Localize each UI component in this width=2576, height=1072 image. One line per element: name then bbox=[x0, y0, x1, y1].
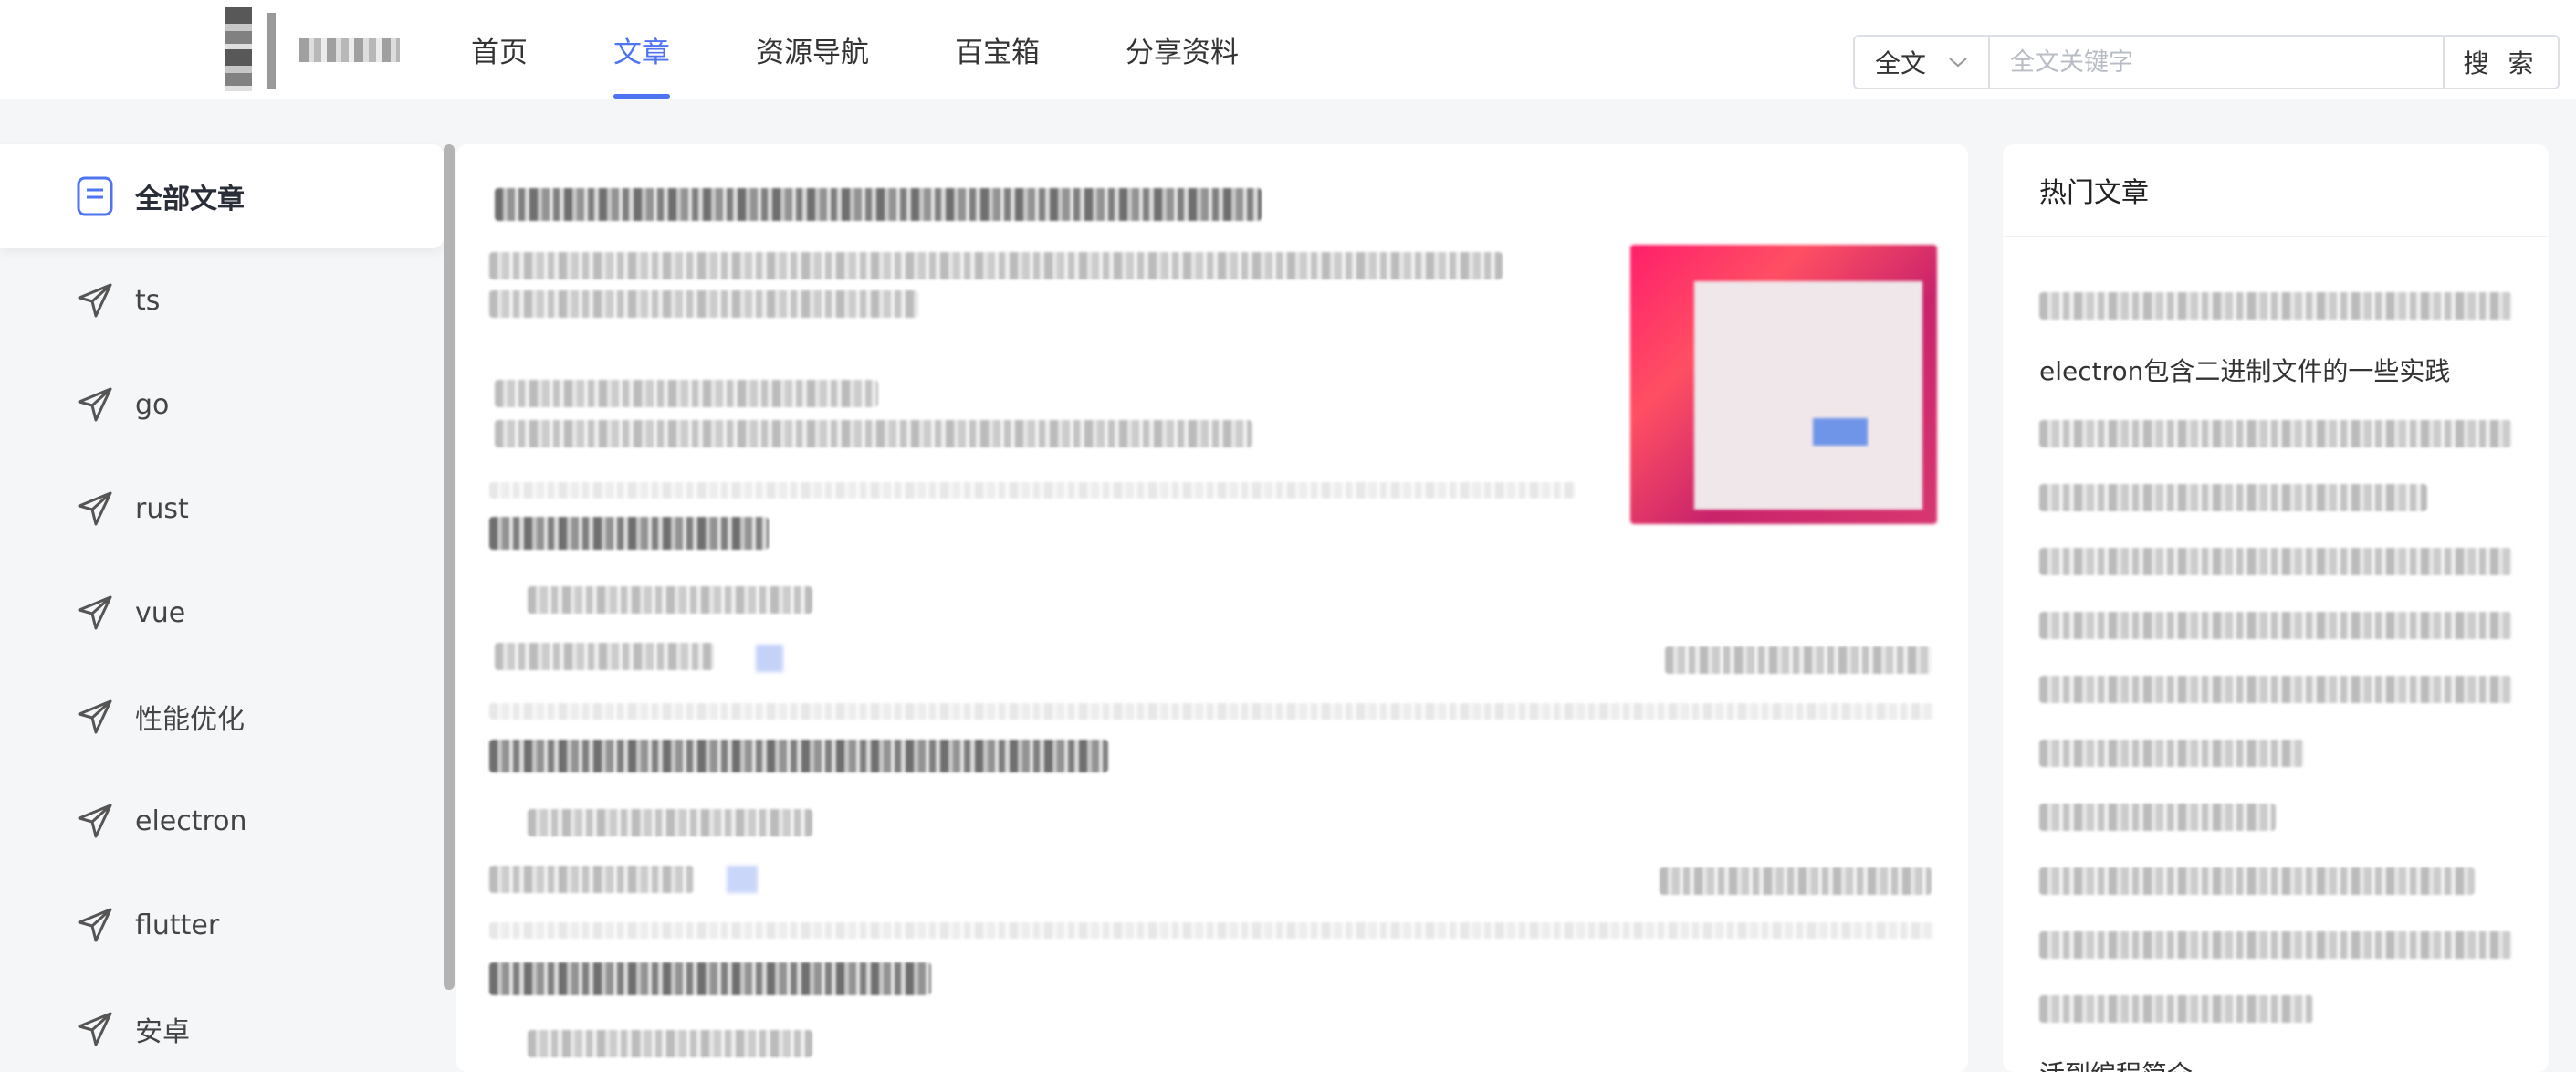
hot-article-link[interactable] bbox=[2039, 274, 2512, 338]
article-title-redacted bbox=[495, 188, 1262, 221]
nav-item-resources[interactable]: 资源导航 bbox=[756, 0, 869, 99]
sidebar-item-all[interactable]: 全部文章 bbox=[0, 144, 444, 248]
hot-article-link[interactable]: 活到编程简介 bbox=[2039, 1041, 2512, 1072]
chevron-down-icon bbox=[1948, 51, 1968, 74]
hot-article-link[interactable]: electron包含二进制文件的一些实践 bbox=[2039, 338, 2512, 402]
divider-redacted bbox=[489, 703, 1935, 720]
sidebar-item-label: vue bbox=[135, 596, 186, 629]
nav-item-share[interactable]: 分享资料 bbox=[1126, 0, 1239, 99]
sidebar-item-label: 性能优化 bbox=[135, 704, 245, 736]
article-summary-redacted bbox=[489, 252, 1503, 279]
article-meta-redacted bbox=[495, 643, 714, 670]
sidebar-item-label: rust bbox=[135, 492, 189, 525]
send-icon bbox=[73, 591, 117, 635]
sidebar-item-label: go bbox=[135, 388, 170, 421]
article-summary-redacted bbox=[495, 380, 878, 407]
article-title-redacted bbox=[489, 962, 931, 995]
article-tags-redacted bbox=[528, 809, 812, 836]
hot-article-link[interactable] bbox=[2039, 402, 2512, 466]
hot-article-link[interactable] bbox=[2039, 594, 2512, 657]
sidebar-item-rust[interactable]: rust bbox=[0, 457, 444, 561]
send-icon bbox=[73, 1007, 117, 1051]
hot-article-link[interactable] bbox=[2039, 466, 2512, 530]
article-tags-redacted bbox=[528, 1030, 812, 1057]
send-icon bbox=[73, 695, 117, 739]
sidebar-item-label: ts bbox=[135, 284, 161, 317]
send-icon bbox=[73, 383, 117, 426]
search-button[interactable]: 搜 索 bbox=[2443, 37, 2558, 88]
sidebar-item-flutter[interactable]: flutter bbox=[0, 873, 444, 977]
article-date-redacted bbox=[1665, 646, 1932, 674]
divider-redacted bbox=[489, 482, 1576, 499]
sidebar-item-label: 全部文章 bbox=[135, 184, 245, 215]
sidebar-item-android[interactable]: 安卓 bbox=[0, 977, 444, 1072]
sidebar-item-ts[interactable]: ts bbox=[0, 248, 444, 352]
divider-redacted bbox=[489, 922, 1935, 939]
sidebar-item-label: flutter bbox=[135, 909, 220, 941]
send-icon bbox=[73, 487, 117, 531]
article-summary-redacted bbox=[489, 290, 918, 318]
article-tags-redacted bbox=[528, 586, 812, 614]
nav-item-articles[interactable]: 文章 bbox=[613, 0, 670, 99]
article-date-redacted bbox=[1660, 867, 1932, 895]
hot-article-link[interactable] bbox=[2039, 977, 2512, 1041]
sidebar-item-electron[interactable]: electron bbox=[0, 769, 444, 873]
sidebar-item-label: 安卓 bbox=[135, 1016, 190, 1048]
hot-article-link[interactable] bbox=[2039, 849, 2512, 913]
hot-article-link[interactable] bbox=[2039, 721, 2512, 785]
search-input[interactable] bbox=[1990, 37, 2443, 88]
article-meta-redacted bbox=[489, 866, 694, 893]
sidebar-item-performance[interactable]: 性能优化 bbox=[0, 665, 444, 769]
main-nav: 首页 文章 资源导航 百宝箱 分享资料 bbox=[471, 0, 1325, 99]
sidebar-item-go[interactable]: go bbox=[0, 352, 444, 457]
sidebar-scrollbar[interactable] bbox=[444, 144, 455, 990]
nav-item-toolbox[interactable]: 百宝箱 bbox=[955, 0, 1040, 99]
hot-article-link[interactable] bbox=[2039, 657, 2512, 721]
article-summary-redacted bbox=[495, 420, 1252, 447]
sidebar-item-label: electron bbox=[135, 804, 247, 837]
send-icon bbox=[73, 279, 117, 322]
search-type-select[interactable]: 全文 bbox=[1855, 37, 1990, 88]
hot-article-link[interactable] bbox=[2039, 913, 2512, 977]
send-icon bbox=[73, 799, 117, 843]
category-sidebar: 全部文章 ts go rust vue 性能优化 electron flutte… bbox=[0, 144, 444, 1072]
article-thumbnail[interactable] bbox=[1630, 245, 1937, 524]
top-header: 首页 文章 资源导航 百宝箱 分享资料 全文 搜 索 bbox=[0, 0, 2576, 99]
sidebar-item-vue[interactable]: vue bbox=[0, 561, 444, 665]
site-logo[interactable] bbox=[219, 7, 420, 91]
article-title-redacted bbox=[489, 740, 1108, 772]
article-title-redacted bbox=[489, 517, 769, 550]
like-icon[interactable] bbox=[756, 645, 783, 672]
search-bar: 全文 搜 索 bbox=[1853, 35, 2560, 89]
hot-article-link[interactable] bbox=[2039, 530, 2512, 594]
nav-item-home[interactable]: 首页 bbox=[471, 0, 528, 99]
hot-articles-panel: 热门文章 electron包含二进制文件的一些实践 活到编程简介 bbox=[2003, 144, 2549, 1072]
document-icon bbox=[73, 174, 117, 218]
article-list bbox=[456, 144, 1968, 1072]
search-type-label: 全文 bbox=[1875, 48, 1927, 79]
hot-articles-title: 热门文章 bbox=[2003, 144, 2549, 237]
hot-article-link[interactable] bbox=[2039, 785, 2512, 849]
hot-articles-list: electron包含二进制文件的一些实践 活到编程简介 bbox=[2003, 237, 2549, 1072]
like-icon[interactable] bbox=[727, 866, 758, 893]
send-icon bbox=[73, 903, 117, 947]
